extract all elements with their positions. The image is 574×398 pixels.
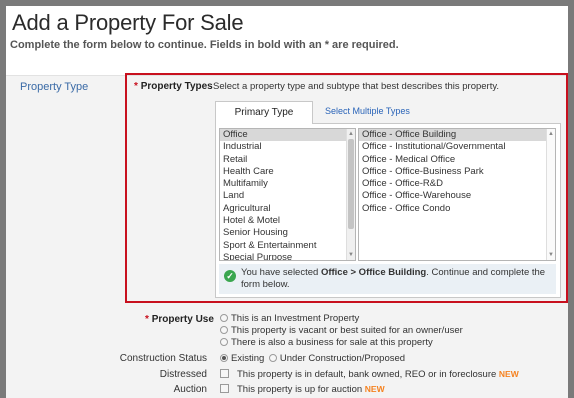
page-title: Add a Property For Sale	[12, 10, 244, 35]
option-label[interactable]: Existing	[231, 353, 264, 364]
new-badge: NEW	[364, 384, 385, 394]
page-subtitle: Complete the form below to continue. Fie…	[10, 39, 399, 51]
option-label: There is also a business for sale at thi…	[231, 337, 433, 348]
option-label: This property is in default, bank owned,…	[237, 369, 497, 380]
option-label: This property is up for auction	[237, 384, 363, 395]
checkbox[interactable]	[220, 384, 229, 393]
checkbox[interactable]	[220, 369, 229, 378]
new-badge: NEW	[498, 369, 519, 379]
property-use-label: * Property Use	[145, 314, 214, 325]
highlight-box	[125, 73, 568, 303]
radio-button[interactable]	[268, 354, 277, 362]
radio-button[interactable]	[220, 314, 228, 322]
property-use-option[interactable]: There is also a business for sale at thi…	[220, 337, 433, 348]
auction-label: Auction	[173, 384, 207, 395]
construction-status-options: Existing Under Construction/Proposed	[220, 353, 405, 364]
property-use-label-text: Property Use	[151, 314, 214, 325]
option-label[interactable]: Under Construction/Proposed	[280, 353, 405, 364]
required-marker: *	[145, 314, 149, 325]
radio-button[interactable]	[220, 354, 228, 362]
auction-option[interactable]: This property is up for auction NEW	[220, 384, 385, 395]
property-use-option[interactable]: This property is vacant or best suited f…	[220, 325, 463, 336]
option-label: This property is vacant or best suited f…	[231, 325, 463, 336]
property-use-option[interactable]: This is an Investment Property	[220, 313, 359, 324]
option-label: This is an Investment Property	[231, 313, 360, 324]
radio-button[interactable]	[220, 338, 228, 346]
section-label-property-type: Property Type	[20, 81, 89, 93]
radio-button[interactable]	[220, 326, 228, 334]
construction-status-label: Construction Status	[119, 353, 207, 364]
distressed-option[interactable]: This property is in default, bank owned,…	[220, 369, 519, 380]
distressed-label: Distressed	[159, 369, 207, 380]
